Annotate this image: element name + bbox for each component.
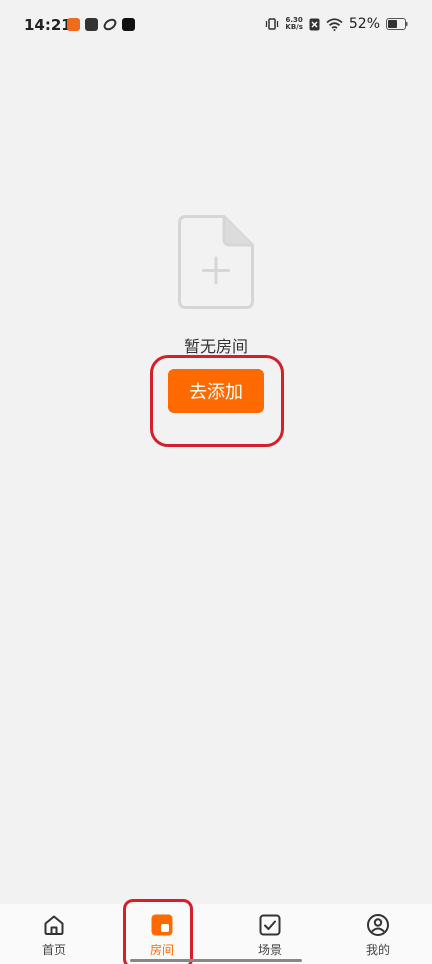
battery-icon — [386, 18, 408, 30]
link-notification-icon — [103, 18, 117, 31]
nav-label-home: 首页 — [41, 943, 66, 957]
nav-item-scene[interactable]: 场景 — [216, 904, 324, 964]
nav-item-home[interactable]: 首页 — [0, 904, 108, 964]
profile-icon — [367, 914, 389, 936]
add-button-highlight — [150, 355, 284, 447]
room-tab-highlight — [123, 899, 193, 964]
status-time: 14:21 — [24, 16, 72, 34]
battery-percent: 52% — [348, 16, 380, 32]
vibrate-icon — [266, 18, 279, 30]
sim-off-icon — [309, 18, 320, 30]
tiktok-notification-icon — [122, 18, 135, 31]
app-notification-icon — [67, 18, 80, 31]
network-speed-unit: KB/s — [285, 23, 303, 31]
nav-label-scene: 场景 — [257, 943, 282, 957]
home-indicator — [130, 959, 302, 962]
status-bar: 14:21 6.30 KB/s 52% — [0, 0, 432, 50]
nav-item-profile[interactable]: 我的 — [324, 904, 432, 964]
empty-state-message: 暂无房间 — [183, 337, 248, 356]
scene-check-icon — [259, 914, 281, 936]
empty-file-add-icon — [178, 215, 254, 309]
mail-notification-icon — [85, 18, 98, 31]
notification-icons — [67, 18, 135, 31]
screen: 14:21 6.30 KB/s 52% 暂无房间 去添加 首页 房间 场景 我的 — [0, 0, 432, 964]
status-indicators: 6.30 KB/s 52% — [265, 16, 408, 32]
nav-label-profile: 我的 — [365, 943, 390, 957]
home-icon — [44, 915, 64, 935]
wifi-icon — [326, 17, 343, 31]
bottom-nav: 首页 房间 场景 我的 — [0, 904, 432, 964]
network-speed: 6.30 KB/s — [285, 17, 302, 31]
